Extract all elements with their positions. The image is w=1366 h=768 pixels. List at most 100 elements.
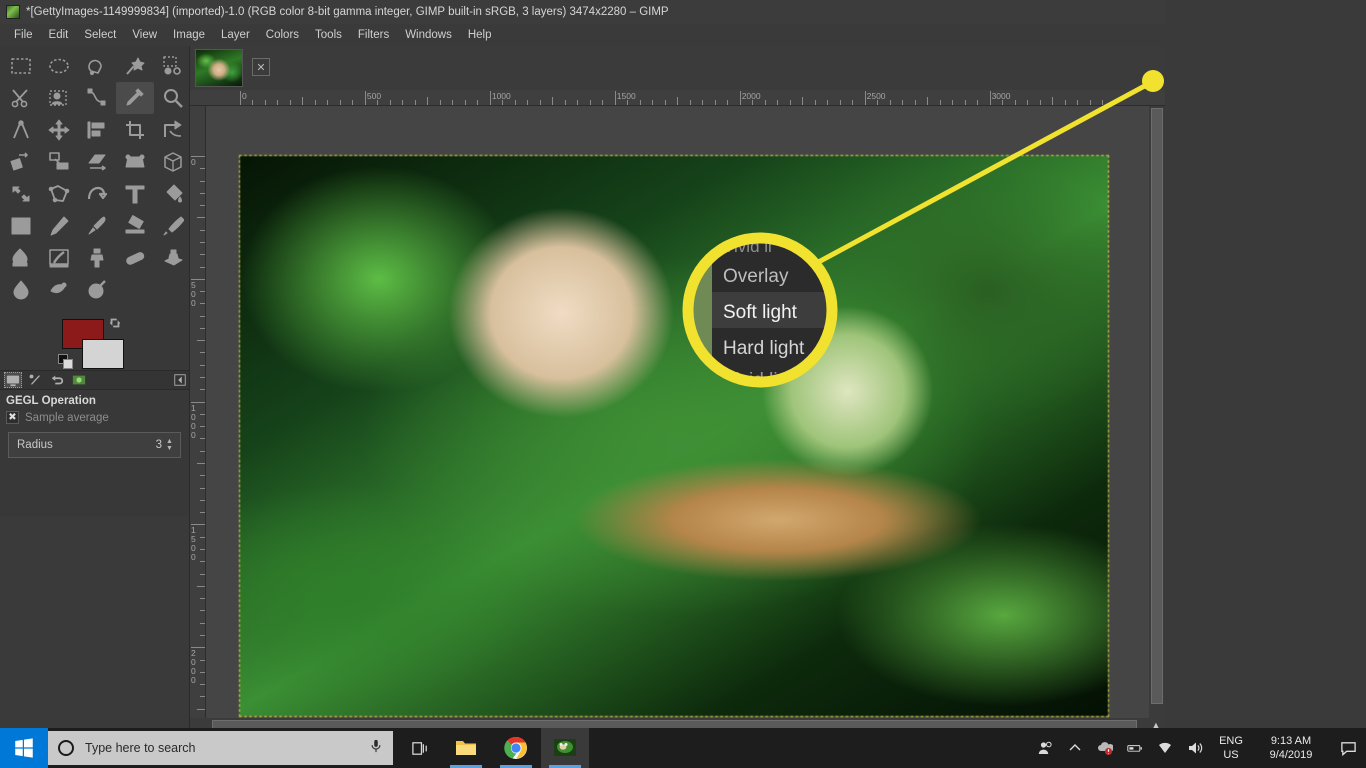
cage-transform-icon[interactable] [40, 178, 78, 210]
zoom-icon[interactable] [154, 82, 192, 114]
volume-icon[interactable] [1180, 728, 1210, 768]
crop-icon[interactable] [116, 114, 154, 146]
gradient-icon[interactable] [2, 210, 40, 242]
blur-sharpen-icon[interactable] [2, 274, 40, 306]
flip-icon[interactable] [2, 178, 40, 210]
ruler-tick [200, 610, 205, 612]
canvas-vertical-scrollbar[interactable] [1149, 106, 1165, 718]
perspective-clone-icon[interactable] [154, 242, 192, 274]
menu-windows[interactable]: Windows [397, 27, 460, 43]
canvas-image[interactable] [239, 155, 1109, 717]
paths-icon[interactable] [78, 82, 116, 114]
vscroll-thumb[interactable] [1151, 108, 1163, 704]
ruler-tick [200, 327, 205, 329]
swap-colors-icon[interactable] [108, 316, 122, 330]
vertical-ruler[interactable]: 0 500 1000 1500 2000 [190, 106, 206, 718]
undo-history-tab-icon[interactable] [48, 372, 66, 388]
clock[interactable]: 9:13 AM 9/4/2019 [1252, 734, 1330, 762]
menu-colors[interactable]: Colors [258, 27, 307, 43]
ruler-tick [489, 91, 491, 105]
ruler-tick [1014, 100, 1016, 105]
device-status-tab-icon[interactable] [26, 372, 44, 388]
notification-center-icon[interactable] [1330, 740, 1366, 757]
select-by-color-icon[interactable] [154, 50, 192, 82]
bucket-fill-icon[interactable] [154, 178, 192, 210]
perspective-icon[interactable] [116, 146, 154, 178]
paintbrush-icon[interactable] [78, 210, 116, 242]
canvas-viewport[interactable] [206, 106, 1149, 718]
microphone-icon[interactable] [369, 738, 383, 759]
ruler-tick [200, 426, 205, 428]
menu-select[interactable]: Select [76, 27, 124, 43]
sample-average-checkbox[interactable]: ✖ [6, 411, 19, 424]
menu-view[interactable]: View [124, 27, 165, 43]
fuzzy-select-icon[interactable] [116, 50, 154, 82]
pencil-icon[interactable] [40, 210, 78, 242]
ruler-tick [200, 315, 205, 317]
rectangle-select-icon[interactable] [2, 50, 40, 82]
3d-transform-icon[interactable] [154, 146, 192, 178]
images-tab-icon[interactable] [70, 372, 88, 388]
radius-spinner[interactable]: Radius 3 ▲ ▼ [8, 432, 181, 458]
text-icon[interactable] [116, 178, 154, 210]
menu-layer[interactable]: Layer [213, 27, 258, 43]
rotate-icon[interactable] [2, 146, 40, 178]
close-image-icon[interactable]: ✕ [252, 58, 270, 76]
default-colors-icon[interactable] [58, 354, 74, 370]
ink-icon[interactable] [2, 242, 40, 274]
tool-options-tab-icon[interactable] [4, 372, 22, 388]
menu-help[interactable]: Help [460, 27, 500, 43]
battery-icon[interactable] [1120, 728, 1150, 768]
radius-value[interactable]: 3 [156, 439, 162, 451]
wifi-icon[interactable] [1150, 728, 1180, 768]
menu-image[interactable]: Image [165, 27, 213, 43]
shear-icon[interactable] [78, 146, 116, 178]
dodge-burn-icon[interactable] [78, 274, 116, 306]
eraser-icon[interactable] [116, 210, 154, 242]
ruler-h-label: 2500 [866, 91, 886, 101]
ruler-tick [639, 100, 641, 105]
foreground-select-icon[interactable] [40, 82, 78, 114]
heal-icon[interactable] [116, 242, 154, 274]
windows-start-icon[interactable] [0, 728, 48, 768]
ellipse-select-icon[interactable] [40, 50, 78, 82]
color-picker-icon[interactable] [116, 82, 154, 114]
file-explorer-icon[interactable] [442, 728, 490, 768]
scissors-select-icon[interactable] [2, 82, 40, 114]
warp-transform-icon[interactable] [78, 178, 116, 210]
background-color-swatch[interactable] [82, 339, 124, 369]
menu-edit[interactable]: Edit [41, 27, 77, 43]
radius-stepper-arrows[interactable]: ▲ ▼ [166, 438, 178, 452]
alignment-icon[interactable] [78, 114, 116, 146]
move-icon[interactable] [40, 114, 78, 146]
measure-icon[interactable] [2, 114, 40, 146]
image-thumbnail-tab[interactable] [195, 49, 243, 87]
scale-icon[interactable] [40, 146, 78, 178]
collapse-dock-icon[interactable] [171, 372, 189, 388]
clone-icon[interactable] [78, 242, 116, 274]
language-indicator[interactable]: ENG US [1210, 734, 1252, 762]
ruler-tick [289, 100, 291, 105]
menu-bar: File Edit Select View Image Layer Colors… [0, 24, 1366, 46]
task-view-icon[interactable] [396, 728, 444, 768]
people-icon[interactable] [1030, 728, 1060, 768]
sample-average-row[interactable]: ✖ Sample average [0, 409, 189, 426]
onedrive-error-icon[interactable] [1090, 728, 1120, 768]
toolbox-grid [0, 46, 189, 306]
menu-filters[interactable]: Filters [350, 27, 397, 43]
search-circle-icon [58, 740, 74, 756]
mypaint-brush-icon[interactable] [40, 242, 78, 274]
chevron-up-icon[interactable] [1060, 728, 1090, 768]
airbrush-icon[interactable] [154, 210, 192, 242]
ruler-tick [1064, 100, 1066, 105]
menu-file[interactable]: File [6, 27, 41, 43]
horizontal-ruler[interactable]: 0 500 1000 1500 2000 2500 3000 [190, 90, 1165, 106]
menu-tools[interactable]: Tools [307, 27, 350, 43]
google-chrome-icon[interactable] [492, 728, 540, 768]
smudge-icon[interactable] [40, 274, 78, 306]
search-input[interactable]: Type here to search [48, 731, 393, 765]
free-select-icon[interactable] [78, 50, 116, 82]
transform-icon[interactable] [154, 114, 192, 146]
ruler-h-label: 0 [242, 91, 247, 101]
gimp-icon[interactable] [541, 728, 589, 768]
